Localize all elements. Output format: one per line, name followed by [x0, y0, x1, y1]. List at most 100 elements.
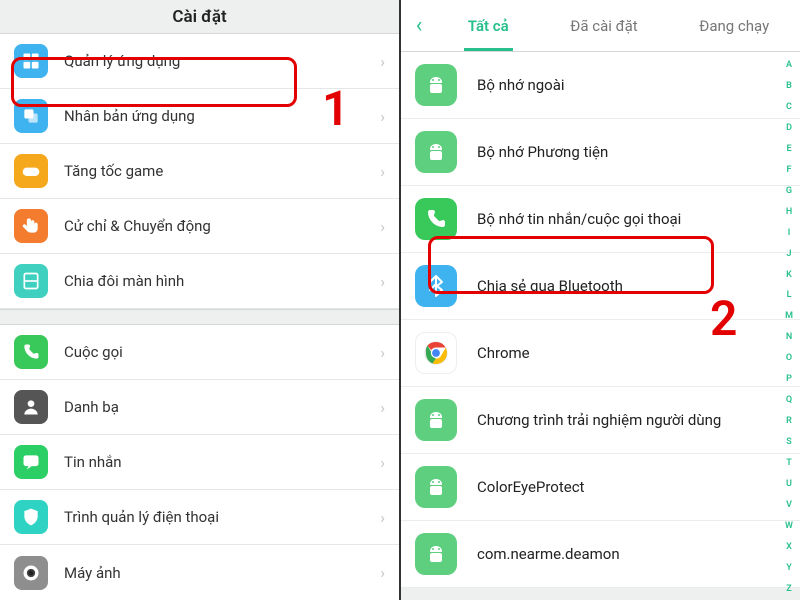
app-label: ColorEyeProtect: [477, 478, 774, 496]
app-label: Bộ nhớ ngoài: [477, 76, 774, 94]
row-split-screen[interactable]: Chia đôi màn hình ›: [0, 254, 399, 309]
chevron-right-icon: ›: [380, 217, 385, 236]
gamepad-icon: [14, 154, 48, 188]
app-row-bluetooth[interactable]: Chia sẻ qua Bluetooth: [401, 253, 800, 320]
settings-header: Cài đặt: [0, 0, 399, 34]
alpha-letter[interactable]: U: [782, 479, 796, 489]
back-icon[interactable]: ‹: [401, 13, 437, 38]
alpha-index[interactable]: A B C D E F G H I J KL M N O P Q R S T U V W X Y Z: [782, 60, 796, 594]
apps-panel: ‹ Tất cả Đã cài đặt Đang chạy Bộ nhớ ngo…: [401, 0, 800, 600]
row-camera[interactable]: Máy ảnh ›: [0, 545, 399, 600]
row-label: Cuộc gọi: [64, 343, 380, 361]
alpha-letter[interactable]: F: [782, 165, 796, 175]
android-icon: [415, 533, 457, 575]
chevron-right-icon: ›: [380, 107, 385, 126]
app-label: Chia sẻ qua Bluetooth: [477, 277, 774, 295]
android-icon: [415, 64, 457, 106]
gesture-icon: [14, 209, 48, 243]
row-label: Cử chỉ & Chuyển động: [64, 217, 380, 235]
alpha-letter[interactable]: E: [782, 144, 796, 154]
row-gestures[interactable]: Cử chỉ & Chuyển động ›: [0, 199, 399, 254]
phone-icon: [415, 198, 457, 240]
alpha-letter[interactable]: K: [782, 270, 796, 280]
app-row[interactable]: Chương trình trải nghiệm người dùng: [401, 387, 800, 454]
alpha-letter[interactable]: I: [782, 228, 796, 238]
shield-icon: [14, 500, 48, 534]
alpha-letter[interactable]: T: [782, 458, 796, 468]
chevron-right-icon: ›: [380, 508, 385, 527]
alpha-letter[interactable]: M: [782, 311, 796, 321]
app-label: Chrome: [477, 344, 774, 362]
app-label: com.nearme.deamon: [477, 545, 774, 563]
alpha-letter[interactable]: D: [782, 123, 796, 133]
row-label: Tin nhắn: [64, 453, 380, 471]
tab-installed[interactable]: Đã cài đặt: [570, 0, 637, 51]
settings-list: Quản lý ứng dụng › Nhân bản ứng dụng › T…: [0, 34, 399, 600]
row-contacts[interactable]: Danh bạ ›: [0, 380, 399, 435]
android-icon: [415, 131, 457, 173]
alpha-letter[interactable]: J: [782, 249, 796, 259]
message-icon: [14, 445, 48, 479]
alpha-letter[interactable]: Q: [782, 395, 796, 405]
alpha-letter[interactable]: Z: [782, 584, 796, 594]
phone-icon: [14, 335, 48, 369]
row-app-management[interactable]: Quản lý ứng dụng ›: [0, 34, 399, 89]
row-phone-manager[interactable]: Trình quản lý điện thoại ›: [0, 490, 399, 545]
alpha-letter[interactable]: B: [782, 81, 796, 91]
chevron-right-icon: ›: [380, 343, 385, 362]
alpha-letter[interactable]: G: [782, 186, 796, 196]
alpha-letter[interactable]: H: [782, 207, 796, 217]
alpha-letter[interactable]: A: [782, 60, 796, 70]
tab-all[interactable]: Tất cả: [468, 0, 509, 51]
alpha-letter[interactable]: P: [782, 374, 796, 384]
alpha-letter[interactable]: R: [782, 416, 796, 426]
apps-list[interactable]: Bộ nhớ ngoài Bộ nhớ Phương tiện Bộ nhớ t…: [401, 52, 800, 588]
camera-icon: [14, 556, 48, 590]
page-title: Cài đặt: [172, 7, 226, 27]
row-label: Trình quản lý điện thoại: [64, 508, 380, 526]
row-app-clone[interactable]: Nhân bản ứng dụng ›: [0, 89, 399, 144]
chrome-icon: [415, 332, 457, 374]
tabs: Tất cả Đã cài đặt Đang chạy: [437, 0, 800, 51]
alpha-letter[interactable]: C: [782, 102, 796, 112]
row-label: Tăng tốc game: [64, 162, 380, 180]
alpha-letter[interactable]: W: [782, 521, 796, 531]
row-label: Máy ảnh: [64, 564, 380, 582]
app-row[interactable]: Bộ nhớ ngoài: [401, 52, 800, 119]
app-row[interactable]: ColorEyeProtect: [401, 454, 800, 521]
chevron-right-icon: ›: [380, 272, 385, 291]
apps-header: ‹ Tất cả Đã cài đặt Đang chạy: [401, 0, 800, 52]
alpha-letter[interactable]: O: [782, 353, 796, 363]
apps-icon: [14, 44, 48, 78]
app-label: Bộ nhớ Phương tiện: [477, 143, 774, 161]
app-row[interactable]: Chrome: [401, 320, 800, 387]
contact-icon: [14, 390, 48, 424]
chevron-right-icon: ›: [380, 453, 385, 472]
alpha-letter[interactable]: X: [782, 542, 796, 552]
app-row[interactable]: com.nearme.deamon: [401, 521, 800, 588]
row-label: Danh bạ: [64, 398, 380, 416]
row-label: Chia đôi màn hình: [64, 272, 380, 290]
android-icon: [415, 466, 457, 508]
settings-panel: Cài đặt Quản lý ứng dụng › Nhân bản ứng …: [0, 0, 401, 600]
split-icon: [14, 264, 48, 298]
alpha-letter[interactable]: L: [782, 290, 796, 300]
alpha-letter[interactable]: S: [782, 437, 796, 447]
alpha-letter[interactable]: Y: [782, 563, 796, 573]
section-divider: [0, 309, 399, 325]
row-game-boost[interactable]: Tăng tốc game ›: [0, 144, 399, 199]
app-row[interactable]: Bộ nhớ Phương tiện: [401, 119, 800, 186]
chevron-right-icon: ›: [380, 52, 385, 71]
clone-icon: [14, 99, 48, 133]
bluetooth-icon: [415, 265, 457, 307]
alpha-letter[interactable]: V: [782, 500, 796, 510]
chevron-right-icon: ›: [380, 162, 385, 181]
row-messages[interactable]: Tin nhắn ›: [0, 435, 399, 490]
app-row[interactable]: Bộ nhớ tin nhắn/cuộc gọi thoại: [401, 186, 800, 253]
row-call[interactable]: Cuộc gọi ›: [0, 325, 399, 380]
tab-running[interactable]: Đang chạy: [699, 0, 769, 51]
app-label: Chương trình trải nghiệm người dùng: [477, 411, 774, 429]
alpha-letter[interactable]: N: [782, 332, 796, 342]
app-label: Bộ nhớ tin nhắn/cuộc gọi thoại: [477, 210, 774, 228]
chevron-right-icon: ›: [380, 563, 385, 582]
